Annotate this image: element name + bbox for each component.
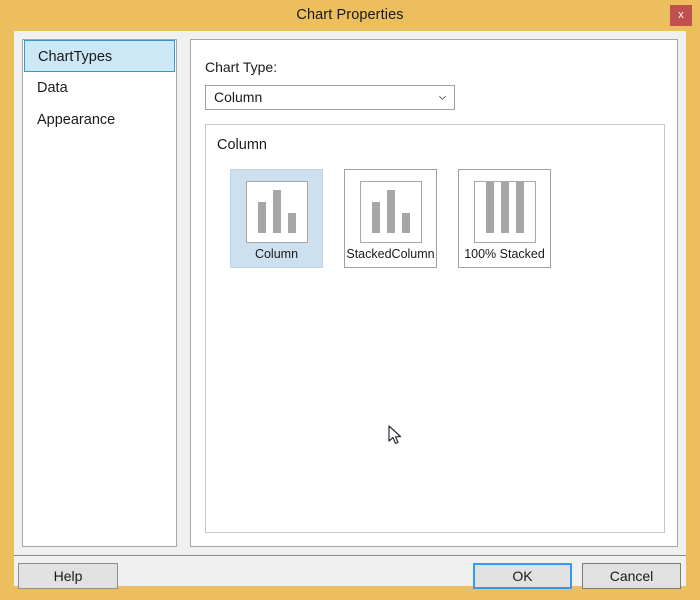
dialog-body: ChartTypes Data Appearance Chart Type: C…: [14, 31, 686, 589]
sidebar-item-appearance[interactable]: Appearance: [23, 104, 176, 136]
chart-type-select-value: Column: [214, 89, 263, 105]
cancel-button[interactable]: Cancel: [582, 563, 681, 589]
sidebar-item-data[interactable]: Data: [23, 72, 176, 104]
chart-type-groupbox: Column Column StackedColumn 100% Stacked: [205, 124, 665, 533]
window-title: Chart Properties: [296, 7, 404, 23]
sidebar-list: ChartTypes Data Appearance: [22, 39, 177, 547]
title-bar: Chart Properties x: [0, 0, 700, 31]
sidebar-item-label: Data: [37, 80, 68, 96]
chart-type-card-100-stacked[interactable]: 100% Stacked: [458, 169, 551, 268]
chart-type-label: Chart Type:: [205, 59, 278, 75]
chart-type-card-column[interactable]: Column: [230, 169, 323, 268]
sidebar-item-label: ChartTypes: [38, 49, 113, 65]
card-label: StackedColumn: [346, 247, 435, 261]
column-chart-thumbnail: [245, 181, 308, 243]
content-panel: Chart Type: Column Column Column Stacked…: [190, 39, 678, 547]
sidebar-item-charttypes[interactable]: ChartTypes: [24, 40, 175, 72]
hundred-percent-stacked-chart-thumbnail: [473, 181, 536, 243]
chevron-down-icon: [439, 95, 446, 100]
card-label: 100% Stacked: [464, 247, 545, 261]
sidebar-item-label: Appearance: [37, 112, 116, 128]
groupbox-label: Column: [217, 137, 267, 153]
dialog-window: Chart Properties x ChartTypes Data Appea…: [0, 0, 700, 600]
stacked-column-chart-thumbnail: [359, 181, 422, 243]
card-label: Column: [254, 247, 299, 261]
help-button[interactable]: Help: [18, 563, 118, 589]
chart-type-card-stackedcolumn[interactable]: StackedColumn: [344, 169, 437, 268]
chart-type-select[interactable]: Column: [205, 85, 455, 110]
close-icon[interactable]: x: [670, 5, 692, 26]
footer-separator: [14, 555, 686, 556]
chart-type-card-row: Column StackedColumn 100% Stacked: [230, 169, 551, 268]
ok-button[interactable]: OK: [473, 563, 572, 589]
